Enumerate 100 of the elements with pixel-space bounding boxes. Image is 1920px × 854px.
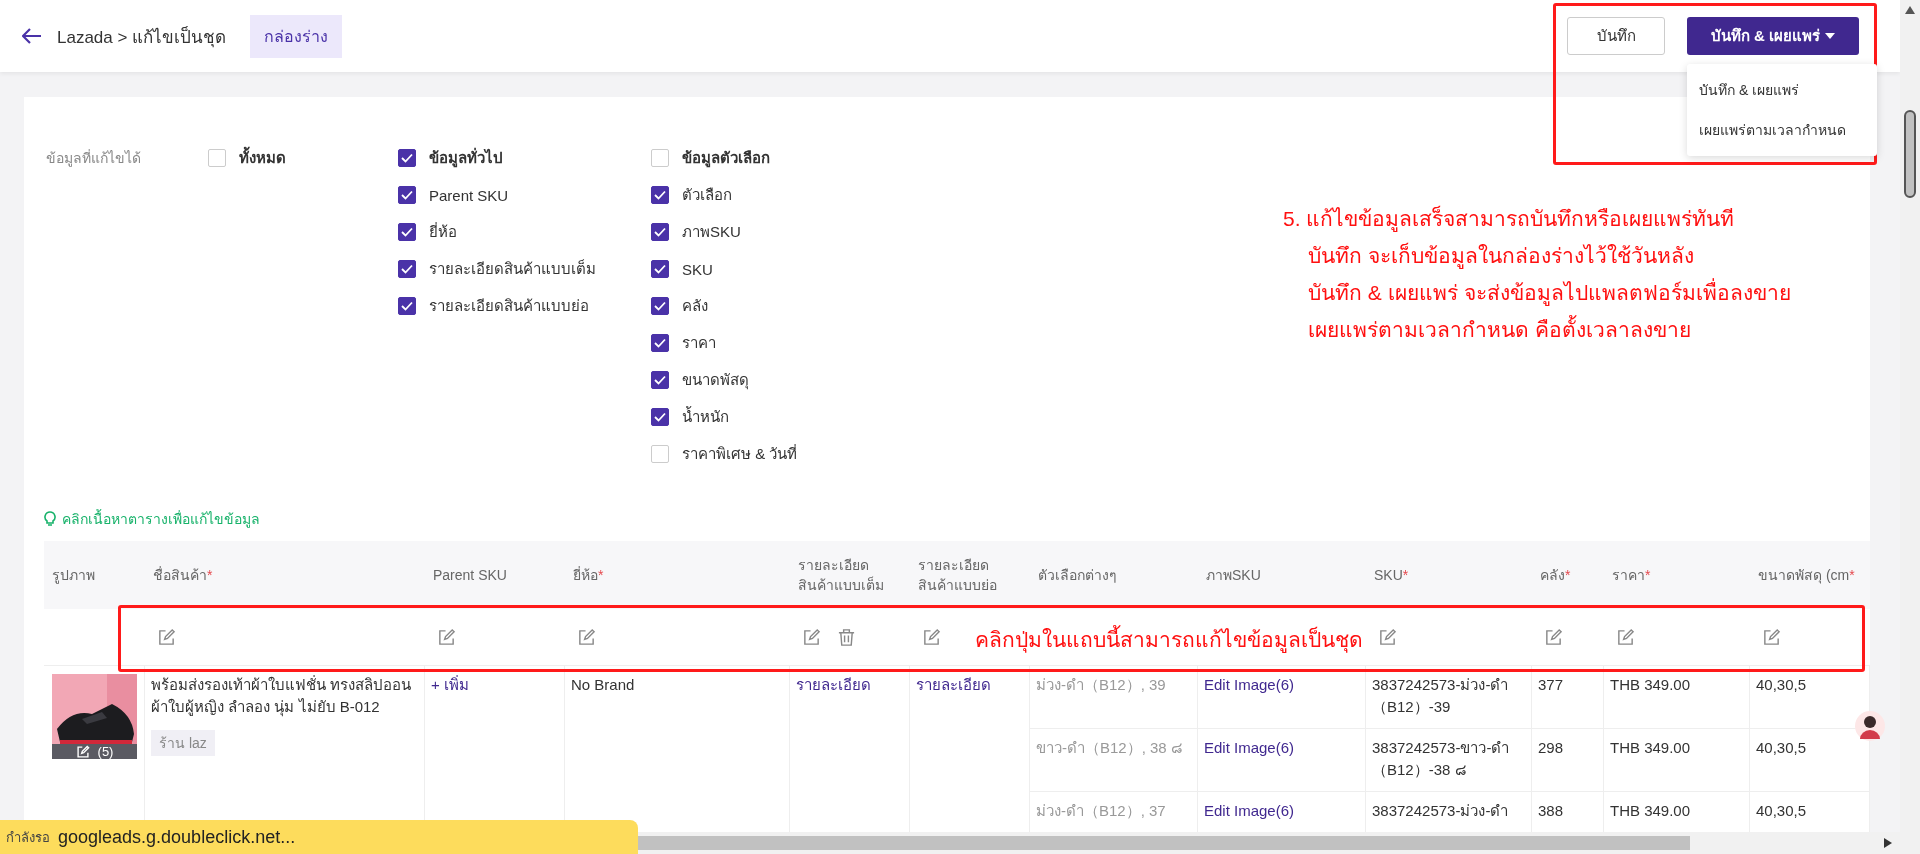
hint-text: คลิกเนื้อหาตารางเพื่อแก้ไขข้อมูล: [62, 508, 260, 530]
checkbox-label: ขนาดพัสดุ: [682, 370, 749, 392]
checkmark-icon: [401, 301, 413, 311]
checkbox-label: คลัง: [682, 296, 708, 316]
annotation-text: คลิกปุ่มในแถบนี้สามารถแก้ไขข้อมูลเป็นชุด: [975, 623, 1363, 656]
edit-image-link[interactable]: Edit Image(6): [1204, 802, 1295, 819]
stock-text: 377: [1538, 676, 1564, 693]
detail-link[interactable]: รายละเอียด: [916, 674, 991, 696]
status-label: กำลังรอ: [6, 828, 50, 847]
checkbox-label: ทั้งหมด: [239, 146, 286, 170]
checkbox[interactable]: [398, 223, 416, 241]
brand-text: No Brand: [571, 675, 635, 695]
price-text: THB 349.00: [1610, 676, 1691, 693]
shop-tag: ร้าน laz: [151, 730, 215, 756]
add-link[interactable]: + เพิ่ม: [431, 674, 469, 696]
checkmark-icon: [654, 190, 666, 200]
lightbulb-icon: [44, 511, 56, 527]
edit-icon[interactable]: [157, 627, 176, 647]
annotation-text: 5. แก้ไขข้อมูลเสร็จสามารถบันทึกหรือเผยแพร่ทันที บันทึก จะเก็บข้อมูลในกล่องร่างไว้ใช้วันหลัง บันทึก & เผยแพร่ จะส่งข้อมูลไปแพลตฟอร์มเพื่อลงขาย เผยแพร่ตามเวลากำหนด คือตั้งเวลาลงขาย: [1283, 204, 1791, 343]
size-text: 40,30,5: [1756, 676, 1807, 693]
edit-icon[interactable]: [1616, 627, 1635, 647]
menu-item[interactable]: เผยแพร่ตามเวลากำหนด: [1687, 110, 1877, 150]
edit-icon[interactable]: [437, 627, 456, 647]
column-header: ราคา*: [1612, 566, 1651, 585]
price-text: THB 349.00: [1610, 739, 1691, 756]
up-arrow-icon[interactable]: [1905, 6, 1915, 14]
status-badge: กล่องร่าง: [250, 14, 343, 58]
checkbox-label: ราคาพิเศษ & วันที่: [682, 443, 798, 464]
image-count: (5): [97, 742, 114, 761]
column-header: รายละเอียด สินค้าแบบย่อ: [918, 556, 997, 595]
column-header: SKU*: [1374, 566, 1409, 585]
size-text: 40,30,5: [1756, 802, 1807, 819]
vertical-scrollbar[interactable]: [1900, 0, 1920, 854]
edit-icon[interactable]: [802, 627, 821, 647]
edit-icon[interactable]: [577, 627, 596, 647]
scroll-thumb[interactable]: [1904, 110, 1916, 198]
breadcrumb: Lazada > แก้ไขเป็นชุด: [57, 25, 227, 50]
checkbox[interactable]: [398, 186, 416, 204]
checkmark-icon: [654, 301, 666, 311]
checkbox-label: รายละเอียดสินค้าแบบเต็ม: [429, 258, 596, 279]
column-header: ขนาดพัสดุ (cm*: [1758, 566, 1855, 585]
column-header: ภาพSKU: [1206, 566, 1261, 585]
checkmark-icon: [401, 190, 413, 200]
trash-icon[interactable]: [837, 627, 856, 647]
save-button[interactable]: บันทึก: [1567, 17, 1665, 55]
checkbox[interactable]: [398, 260, 416, 278]
checkmark-icon: [401, 227, 413, 237]
checkbox-label: ภาพSKU: [682, 222, 741, 242]
checkmark-icon: [654, 412, 666, 422]
column-header: คลัง*: [1540, 566, 1571, 585]
checkmark-icon: [654, 264, 666, 274]
checkbox-label: ข้อมูลทั่วไป: [429, 146, 503, 170]
stock-text: 388: [1538, 802, 1564, 819]
detail-link[interactable]: รายละเอียด: [796, 674, 871, 696]
column-header: ชื่อสินค้า*: [153, 565, 213, 585]
option-text: ขาว-ดำ（B12）, 38 ๘: [1036, 739, 1183, 756]
price-text: THB 349.00: [1610, 802, 1691, 819]
option-text: ม่วง-ดำ（B12）, 39: [1036, 676, 1166, 693]
checkmark-icon: [654, 338, 666, 348]
checkbox-label: ยี่ห้อ: [429, 221, 457, 242]
sku-text: 3837242573-ม่วง-ดำ: [1372, 802, 1509, 819]
field-label: ข้อมูลที่แก้ไขได้: [45, 148, 142, 169]
checkbox[interactable]: [398, 149, 416, 167]
support-avatar-icon[interactable]: [1855, 711, 1885, 741]
column-header: Parent SKU: [433, 566, 507, 585]
edit-icon[interactable]: [1762, 627, 1781, 647]
edit-icon[interactable]: [922, 627, 941, 647]
sku-text: 3837242573-ม่วง-ดำ（B12）-39: [1372, 676, 1509, 715]
column-header: ตัวเลือกต่างๆ: [1038, 566, 1117, 585]
checkbox-label: SKU: [682, 260, 713, 278]
checkmark-icon: [401, 153, 413, 163]
edit-icon[interactable]: [1544, 627, 1563, 647]
checkbox[interactable]: [398, 297, 416, 315]
size-text: 40,30,5: [1756, 739, 1807, 756]
checkbox[interactable]: [651, 408, 669, 426]
caret-icon: [1825, 33, 1836, 39]
edit-image-link[interactable]: Edit Image(6): [1204, 739, 1295, 756]
back-arrow-icon[interactable]: [22, 28, 42, 44]
edit-icon[interactable]: [75, 744, 90, 759]
checkbox-label: ตัวเลือก: [682, 185, 732, 205]
edit-image-link[interactable]: Edit Image(6): [1204, 676, 1295, 693]
right-arrow-icon[interactable]: [1884, 838, 1892, 848]
checkmark-icon: [654, 375, 666, 385]
checkbox-label: น้ำหนัก: [682, 405, 729, 427]
checkbox-label: รายละเอียดสินค้าแบบย่อ: [429, 296, 589, 316]
checkbox[interactable]: [651, 260, 669, 278]
menu-item[interactable]: บันทึก & เผยแพร่: [1687, 70, 1877, 110]
checkbox[interactable]: [651, 297, 669, 315]
save-publish-button[interactable]: บันทึก & เผยแพร่: [1687, 17, 1859, 55]
product-name: พร้อมส่งรองเท้าผ้าใบแฟชั่น ทรงสลิปออน ผ้าใบผู้หญิง ลำลอง นุ่ม ไม่ยับ B-012: [151, 674, 413, 718]
checkbox[interactable]: [651, 186, 669, 204]
checkbox-label: ข้อมูลตัวเลือก: [682, 148, 770, 170]
checkbox[interactable]: [651, 223, 669, 241]
stock-text: 298: [1538, 739, 1564, 756]
column-header: รายละเอียด สินค้าแบบเต็ม: [798, 556, 884, 595]
checkbox[interactable]: [651, 334, 669, 352]
checkbox-label: Parent SKU: [429, 186, 509, 204]
checkbox[interactable]: [651, 371, 669, 389]
checkmark-icon: [401, 264, 413, 274]
edit-icon[interactable]: [1378, 627, 1397, 647]
